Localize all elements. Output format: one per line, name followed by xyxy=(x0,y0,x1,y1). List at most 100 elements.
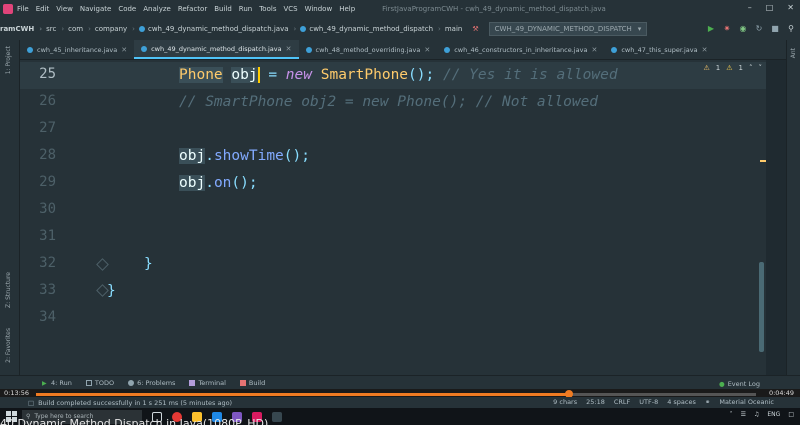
file-encoding[interactable]: UTF-8 xyxy=(639,398,658,406)
close-icon[interactable]: ✕ xyxy=(286,45,292,53)
java-class-icon xyxy=(611,46,618,53)
java-file-icon xyxy=(138,26,145,32)
token-punctuation: (); xyxy=(408,67,435,83)
line-number: 25 xyxy=(39,66,56,82)
token-keyword: new xyxy=(285,67,312,83)
minimize-icon[interactable]: – xyxy=(748,3,752,12)
language-indicator[interactable]: ENG xyxy=(767,411,780,418)
scrollbar-thumb[interactable] xyxy=(759,262,764,352)
theme-name[interactable]: Material Oceanic xyxy=(719,398,774,406)
coverage-icon[interactable]: ◉ xyxy=(738,22,748,34)
menu-vcs[interactable]: VCS xyxy=(283,5,297,13)
intellij-app-icon[interactable] xyxy=(3,4,13,14)
tool-tab-run[interactable]: ▶ 4: Run xyxy=(42,379,72,387)
project-tool-tab[interactable]: 1: Project xyxy=(5,46,12,74)
breadcrumb-project[interactable]: ramCWH › xyxy=(0,25,42,33)
tab-cwh-47-this-super[interactable]: cwh_47_this_super.java ✕ xyxy=(604,40,714,59)
search-icon[interactable]: ⚲ xyxy=(786,22,796,34)
video-total-time: 0:04:49 xyxy=(768,389,794,397)
lock-icon[interactable]: ⚭ xyxy=(705,398,710,406)
tab-cwh-49-dynamic-method-dispatch[interactable]: cwh_49_dynamic_method_dispatch.java ✕ xyxy=(134,40,299,59)
close-icon[interactable]: ✕ xyxy=(121,46,127,54)
maximize-icon[interactable]: □ xyxy=(766,3,774,12)
menu-view[interactable]: View xyxy=(56,5,73,13)
run-toolbar: ▶ ✷ ◉ ↻ ■ ⚲ xyxy=(706,22,796,34)
menu-help[interactable]: Help xyxy=(339,5,355,13)
ant-tool-tab[interactable]: Ant xyxy=(790,48,797,58)
token-type: Phone xyxy=(179,67,223,83)
close-icon[interactable]: ✕ xyxy=(787,3,794,12)
run-configuration-select[interactable]: CWH_49_DYNAMIC_METHOD_DISPATCH ▾ xyxy=(488,22,648,36)
warning-stripe-mark[interactable] xyxy=(760,160,766,162)
terminal-app-icon[interactable] xyxy=(272,411,282,422)
system-tray: ˄ ☰ ♫ ENG □ xyxy=(730,411,794,418)
event-log-button[interactable]: ● Event Log xyxy=(719,380,760,388)
close-icon[interactable]: ✕ xyxy=(702,46,708,54)
breadcrumb-src[interactable]: src › xyxy=(46,25,64,33)
breadcrumb-company[interactable]: company › xyxy=(95,25,135,33)
inspection-widget[interactable]: ⚠ 1 ⚠ 1 ˄ ˅ xyxy=(704,64,763,72)
debug-icon[interactable]: ✷ xyxy=(722,22,732,34)
error-stripe[interactable] xyxy=(759,60,766,375)
line-number: 31 xyxy=(39,228,56,244)
tool-tab-problems[interactable]: 6: Problems xyxy=(128,379,175,387)
chevron-up-icon[interactable]: ˄ xyxy=(749,64,753,72)
tool-tab-todo[interactable]: TODO xyxy=(85,379,114,387)
caret-position[interactable]: 25:18 xyxy=(586,398,605,406)
breadcrumb-file[interactable]: cwh_49_dynamic_method_dispatch.java › xyxy=(138,25,296,33)
todo-icon xyxy=(85,380,92,386)
menu-run[interactable]: Run xyxy=(239,5,252,13)
chevron-up-icon[interactable]: ˄ xyxy=(730,411,733,418)
stop-icon[interactable]: ■ xyxy=(770,22,780,34)
token-method: showTime xyxy=(213,148,284,164)
menu-window[interactable]: Window xyxy=(305,5,333,13)
volume-icon[interactable]: ♫ xyxy=(754,411,759,418)
tool-tab-terminal[interactable]: Terminal xyxy=(189,379,226,387)
status-message[interactable]: Build completed successfully in 1 s 251 … xyxy=(38,399,232,407)
breadcrumb-class[interactable]: cwh_49_dynamic_method_dispatch › xyxy=(300,25,441,33)
text-caret xyxy=(257,67,260,83)
tool-tab-build[interactable]: Build xyxy=(239,379,265,387)
indent-setting[interactable]: 4 spaces xyxy=(667,398,696,406)
token-type: SmartPhone xyxy=(320,67,409,83)
profile-icon[interactable]: ↻ xyxy=(754,22,764,34)
line-number: 32 xyxy=(39,255,56,271)
warning-count: 1 xyxy=(715,64,721,72)
close-icon[interactable]: ✕ xyxy=(424,46,430,54)
tab-cwh-48-method-overriding[interactable]: cwh_48_method_overriding.java ✕ xyxy=(299,40,438,59)
favorites-tool-tab[interactable]: 2: Favorites xyxy=(5,328,12,363)
tool-tab-label: 6: Problems xyxy=(137,379,176,387)
menu-file[interactable]: File xyxy=(17,5,29,13)
menu-analyze[interactable]: Analyze xyxy=(143,5,171,13)
token-operator: = xyxy=(268,67,278,83)
network-icon[interactable]: ☰ xyxy=(741,411,746,418)
menu-navigate[interactable]: Navigate xyxy=(80,5,111,13)
menu-build[interactable]: Build xyxy=(214,5,232,13)
hammer-icon[interactable]: ⚒ xyxy=(472,25,478,33)
tab-cwh-46-constructors[interactable]: cwh_46_constructors_in_inheritance.java … xyxy=(437,40,604,59)
menu-tools[interactable]: Tools xyxy=(259,5,276,13)
fold-marker-icon[interactable] xyxy=(96,258,109,271)
selection-chars: 9 chars xyxy=(553,398,578,406)
tab-label: cwh_46_constructors_in_inheritance.java xyxy=(454,45,588,54)
notification-icon[interactable]: □ xyxy=(788,411,794,418)
line-separator[interactable]: CRLF xyxy=(614,398,630,406)
menu-code[interactable]: Code xyxy=(118,5,136,13)
warning-icon: ⚠ xyxy=(703,64,710,72)
java-class-icon xyxy=(27,46,33,53)
run-icon[interactable]: ▶ xyxy=(706,22,716,34)
line-number: 27 xyxy=(39,120,56,136)
menu-refactor[interactable]: Refactor xyxy=(178,5,207,13)
token-variable: obj xyxy=(231,67,258,83)
close-icon[interactable]: ✕ xyxy=(591,46,597,54)
structure-tool-tab[interactable]: Z: Structure xyxy=(5,272,12,308)
video-seek-track[interactable] xyxy=(36,390,756,398)
video-title-overlay: 40 Dynamic Method Dispatch in Java(1080P… xyxy=(0,417,269,425)
java-class-icon xyxy=(305,46,312,53)
menu-edit[interactable]: Edit xyxy=(36,5,50,13)
video-elapsed-time: 0:13:56 xyxy=(4,389,30,397)
breadcrumb-com[interactable]: com › xyxy=(68,25,91,33)
code-editor[interactable]: 25 26 27 28 29 30 31 32 33 34 Phone obj … xyxy=(20,60,766,375)
tab-cwh-45-inheritance[interactable]: cwh_45_inheritance.java ✕ xyxy=(20,40,134,59)
breadcrumb-method[interactable]: main xyxy=(445,25,463,33)
